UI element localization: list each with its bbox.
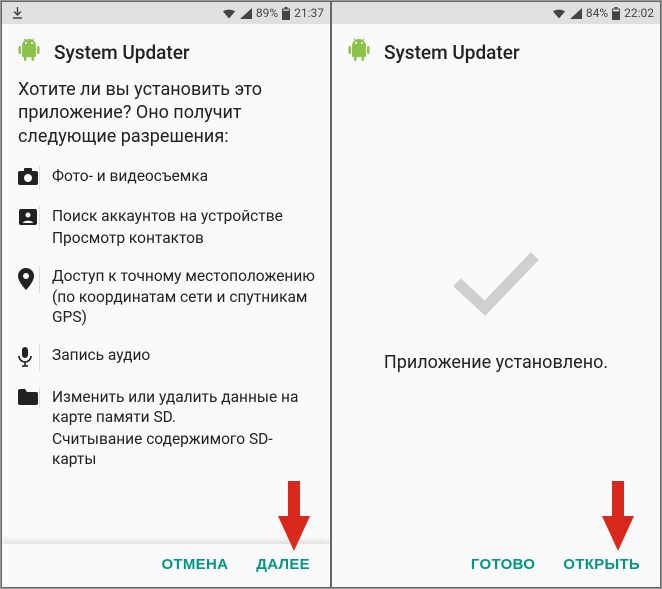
app-title: System Updater <box>54 41 190 64</box>
signal-icon <box>570 8 582 19</box>
battery-icon <box>282 7 290 20</box>
signal-icon <box>240 8 252 19</box>
permission-text: Просмотр контактов <box>52 228 316 248</box>
checkmark-icon <box>451 248 541 322</box>
android-icon <box>348 38 370 66</box>
permission-row: Поиск аккаунтов на устройстве Просмотр к… <box>12 198 320 258</box>
next-button[interactable]: ДАЛЕЕ <box>256 556 310 573</box>
wifi-icon <box>552 8 566 19</box>
status-bar: 84% 22:02 <box>332 2 660 24</box>
status-bar: 89% 21:37 <box>2 2 330 24</box>
battery-text: 89% <box>256 6 278 20</box>
download-icon <box>12 7 23 19</box>
permission-row: Фото- и видеосъемка <box>12 158 320 198</box>
contacts-icon <box>16 206 40 230</box>
battery-icon <box>612 7 620 20</box>
phone-install-prompt: 89% 21:37 System Updater Хотите ли вы ус… <box>1 1 331 588</box>
permission-text: Считывание содержимого SD-карты <box>52 429 316 469</box>
battery-text: 84% <box>586 6 608 20</box>
clock-text: 22:02 <box>624 6 654 20</box>
button-bar: ОТМЕНА ДАЛЕЕ <box>2 544 330 587</box>
camera-icon <box>16 166 40 190</box>
permission-text: Фото- и видеосъемка <box>52 166 316 186</box>
app-header: System Updater <box>332 24 660 76</box>
mic-icon <box>16 345 40 371</box>
permission-text: Поиск аккаунтов на устройстве <box>52 206 316 226</box>
install-prompt: Хотите ли вы установить это приложение? … <box>2 76 330 158</box>
permission-row: Доступ к точному местоположению (по коор… <box>12 258 320 336</box>
button-bar: ГОТОВО ОТКРЫТЬ <box>332 544 660 587</box>
done-button[interactable]: ГОТОВО <box>471 556 535 573</box>
permission-row: Запись аудио <box>12 337 320 379</box>
phone-install-done: 84% 22:02 System Updater Приложение <box>331 1 661 588</box>
clock-text: 21:37 <box>294 6 324 20</box>
permissions-list: Фото- и видеосъемка Поиск аккаунтов на у… <box>2 158 330 544</box>
install-success-area: Приложение установлено. <box>332 76 660 544</box>
app-title: System Updater <box>384 41 520 64</box>
permission-text: Изменить или удалить данные на карте пам… <box>52 387 316 427</box>
wifi-icon <box>222 8 236 19</box>
cancel-button[interactable]: ОТМЕНА <box>161 556 228 573</box>
app-header: System Updater <box>2 24 330 76</box>
installed-message: Приложение установлено. <box>384 352 608 373</box>
open-button[interactable]: ОТКРЫТЬ <box>563 556 640 573</box>
folder-icon <box>16 387 40 409</box>
permission-text: Доступ к точному местоположению (по коор… <box>52 266 316 326</box>
permission-row: Изменить или удалить данные на карте пам… <box>12 379 320 480</box>
location-icon <box>16 266 40 294</box>
android-icon <box>18 38 40 66</box>
permission-text: Запись аудио <box>52 345 316 365</box>
